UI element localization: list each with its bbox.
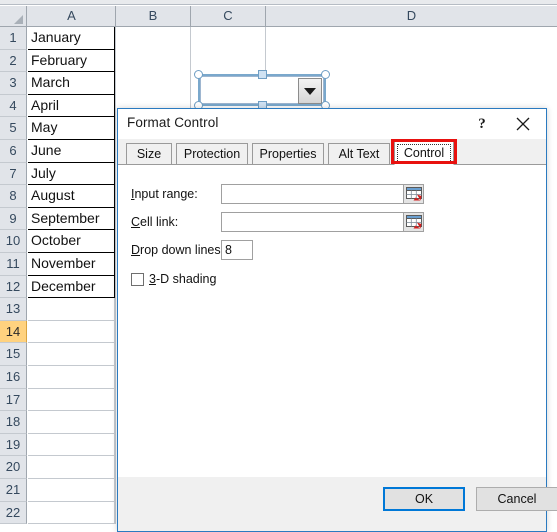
row-header-10[interactable]: 10 bbox=[0, 230, 27, 253]
row-header-17[interactable]: 17 bbox=[0, 388, 27, 412]
cell-a22[interactable] bbox=[28, 501, 115, 525]
cancel-button[interactable]: Cancel bbox=[476, 487, 557, 511]
cell-a6[interactable]: June bbox=[28, 140, 115, 163]
row-header-13[interactable]: 13 bbox=[0, 298, 27, 321]
cell-a15[interactable] bbox=[28, 343, 115, 366]
combo-box-body[interactable] bbox=[200, 76, 324, 104]
cell-a14[interactable] bbox=[28, 320, 115, 344]
tab-alt-text[interactable]: Alt Text bbox=[328, 143, 390, 165]
cell-a16[interactable] bbox=[28, 366, 115, 389]
tab-protection[interactable]: Protection bbox=[176, 143, 248, 165]
cell-a9[interactable]: September bbox=[28, 207, 115, 231]
cell-a12[interactable]: December bbox=[28, 275, 115, 299]
column-header-row: A B C D bbox=[0, 6, 557, 27]
tab-control[interactable]: Control bbox=[394, 141, 454, 165]
chevron-down-icon[interactable] bbox=[298, 78, 322, 104]
cell-a1[interactable]: January bbox=[28, 27, 115, 50]
row-header-8[interactable]: 8 bbox=[0, 185, 27, 208]
column-header-d[interactable]: D bbox=[266, 6, 557, 26]
row-header-11[interactable]: 11 bbox=[0, 253, 27, 276]
tab-label: Properties bbox=[259, 147, 317, 161]
column-header-a[interactable]: A bbox=[28, 6, 116, 26]
dialog-tab-strip[interactable]: Size Protection Properties Alt Text Control bbox=[118, 139, 546, 165]
combo-box-form-control[interactable] bbox=[194, 70, 330, 110]
shading-3d-label: 3-D shading bbox=[149, 272, 217, 286]
cell-a10[interactable]: October bbox=[28, 230, 115, 253]
row-header-16[interactable]: 16 bbox=[0, 366, 27, 389]
range-select-icon bbox=[405, 215, 422, 229]
row-header-20[interactable]: 20 bbox=[0, 456, 27, 479]
cell-a2[interactable]: February bbox=[28, 49, 115, 73]
drop-down-lines-label: Drop down lines: bbox=[131, 243, 225, 257]
tab-label: Control bbox=[403, 146, 445, 160]
tab-size[interactable]: Size bbox=[126, 143, 172, 165]
row-header-9[interactable]: 9 bbox=[0, 207, 27, 231]
cell-a20[interactable] bbox=[28, 456, 115, 479]
cell-a17[interactable] bbox=[28, 388, 115, 412]
help-button[interactable]: ? bbox=[465, 109, 499, 139]
column-header-c[interactable]: C bbox=[191, 6, 266, 26]
select-all-corner[interactable] bbox=[0, 6, 27, 26]
close-button[interactable] bbox=[506, 109, 540, 139]
row-header-7[interactable]: 7 bbox=[0, 162, 27, 186]
column-header-b[interactable]: B bbox=[116, 6, 191, 26]
cell-a19[interactable] bbox=[28, 433, 115, 457]
sheet-top-strip bbox=[0, 0, 557, 5]
tab-label: Protection bbox=[183, 147, 241, 161]
cell-a3[interactable]: March bbox=[28, 72, 115, 95]
cell-a21[interactable] bbox=[28, 479, 115, 502]
row-header-18[interactable]: 18 bbox=[0, 411, 27, 434]
row-header-22[interactable]: 22 bbox=[0, 501, 27, 525]
dialog-footer: OK Cancel bbox=[118, 477, 557, 531]
resize-handle-top-right[interactable] bbox=[321, 70, 330, 79]
input-range-label: Input range: bbox=[131, 187, 198, 201]
gridline-col-a-right bbox=[115, 27, 116, 524]
cell-a13[interactable] bbox=[28, 298, 115, 321]
resize-handle-top-left[interactable] bbox=[194, 70, 203, 79]
tab-label: Alt Text bbox=[338, 147, 380, 161]
resize-handle-top-center[interactable] bbox=[258, 70, 267, 79]
tab-properties[interactable]: Properties bbox=[252, 143, 324, 165]
row-header-2[interactable]: 2 bbox=[0, 49, 27, 73]
row-header-3[interactable]: 3 bbox=[0, 72, 27, 95]
ok-button[interactable]: OK bbox=[383, 487, 465, 511]
row-header-19[interactable]: 19 bbox=[0, 433, 27, 457]
row-header-21[interactable]: 21 bbox=[0, 479, 27, 502]
format-control-dialog[interactable]: Format Control ? Size Protection Propertie… bbox=[117, 108, 557, 532]
cell-a5[interactable]: May bbox=[28, 117, 115, 140]
tab-label: Size bbox=[136, 147, 162, 161]
selection-edge-left bbox=[198, 76, 200, 104]
cell-link-label-text: ell link: bbox=[140, 215, 179, 229]
close-icon bbox=[516, 117, 530, 131]
control-tab-panel: Input range: Cell link: Drop down lines:… bbox=[118, 164, 546, 477]
row-header-4[interactable]: 4 bbox=[0, 94, 27, 118]
drop-down-lines-input[interactable] bbox=[221, 240, 253, 260]
row-header-14[interactable]: 14 bbox=[0, 320, 27, 344]
cell-a11[interactable]: November bbox=[28, 253, 115, 276]
cell-a8[interactable]: August bbox=[28, 185, 115, 208]
row-header-1[interactable]: 1 bbox=[0, 27, 27, 50]
range-select-icon bbox=[405, 187, 422, 201]
dialog-title-bar[interactable]: Format Control ? bbox=[118, 109, 546, 139]
cell-link-input[interactable] bbox=[221, 212, 404, 232]
row-header-15[interactable]: 15 bbox=[0, 343, 27, 366]
shading-3d-label-text: -D shading bbox=[155, 272, 217, 286]
row-header-12[interactable]: 12 bbox=[0, 275, 27, 299]
select-all-triangle-icon bbox=[14, 15, 23, 24]
question-mark-icon: ? bbox=[478, 116, 486, 132]
cell-a7[interactable]: July bbox=[28, 162, 115, 186]
row-header-6[interactable]: 6 bbox=[0, 140, 27, 163]
cell-a4[interactable]: April bbox=[28, 94, 115, 118]
drop-down-lines-label-text: rop down lines: bbox=[140, 243, 225, 257]
dialog-title: Format Control bbox=[127, 115, 219, 130]
input-range-label-text: nput range: bbox=[134, 187, 198, 201]
input-range-input[interactable] bbox=[221, 184, 404, 204]
input-range-picker-button[interactable] bbox=[403, 184, 424, 204]
selection-edge-right bbox=[324, 76, 326, 104]
cell-a18[interactable] bbox=[28, 411, 115, 434]
shading-3d-checkbox[interactable] bbox=[131, 273, 144, 286]
cell-link-picker-button[interactable] bbox=[403, 212, 424, 232]
row-header-5[interactable]: 5 bbox=[0, 117, 27, 140]
cell-link-label: Cell link: bbox=[131, 215, 179, 229]
